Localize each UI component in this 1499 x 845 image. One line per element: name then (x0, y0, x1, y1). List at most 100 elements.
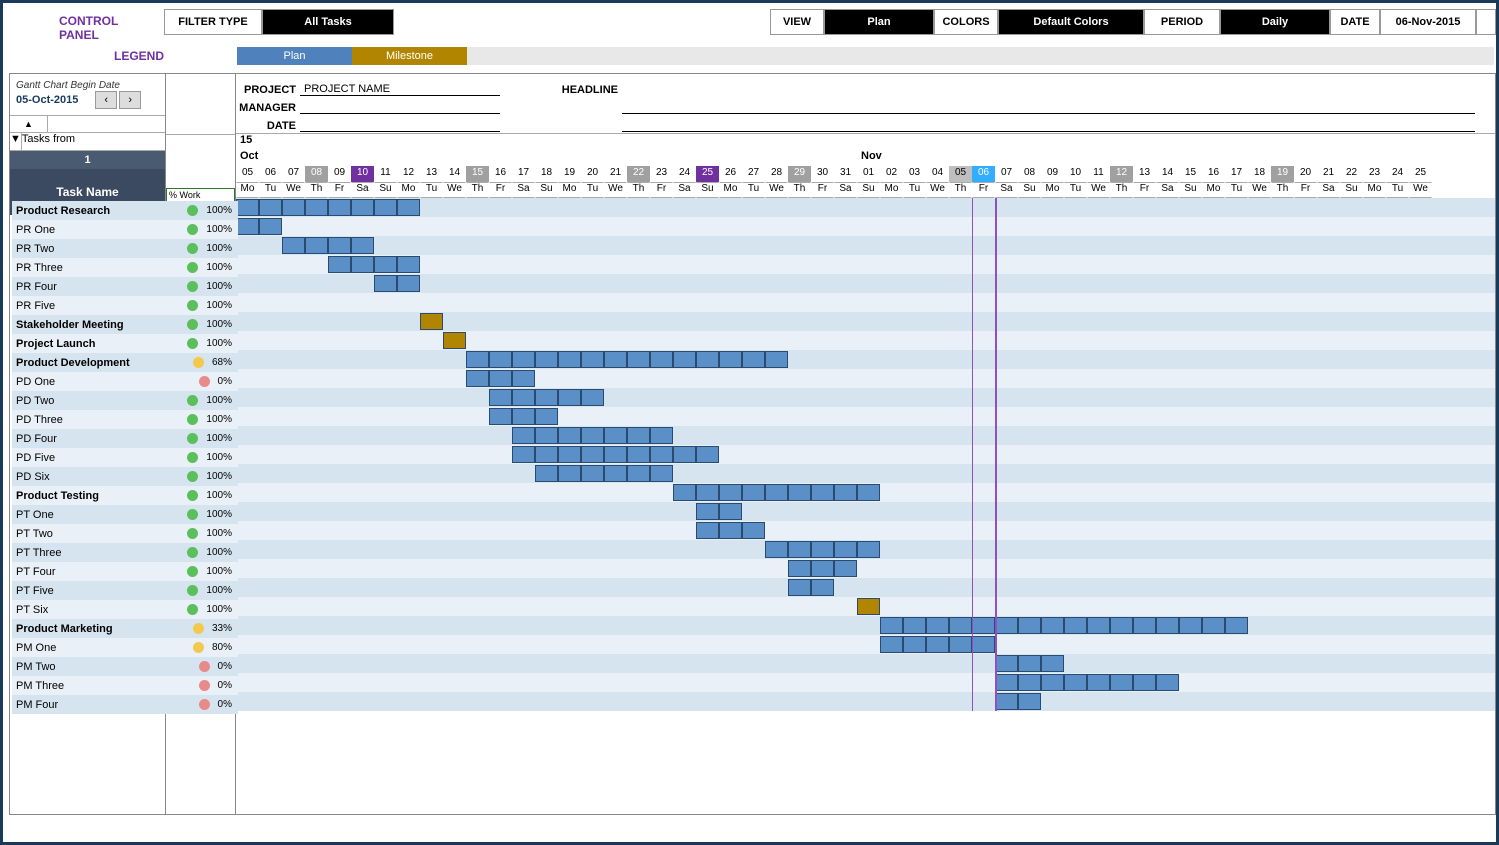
date-label: DATE (1330, 9, 1380, 35)
manager-label: MANAGER (236, 102, 300, 114)
gantt-bar[interactable] (236, 218, 282, 235)
day-cell: 05 (949, 166, 972, 182)
prev-date-button[interactable]: ‹ (95, 91, 117, 109)
task-row[interactable]: PD One 0% (12, 372, 238, 391)
task-row[interactable]: PD Two 100% (12, 391, 238, 410)
day-cell: 17 (512, 166, 535, 182)
task-row[interactable]: Product Marketing 33% (12, 619, 238, 638)
gantt-bar[interactable] (512, 427, 673, 444)
gantt-bar[interactable] (765, 541, 880, 558)
period-value[interactable]: Daily (1220, 9, 1330, 35)
collapse-up-icon[interactable]: ▲ (10, 116, 48, 132)
view-value[interactable]: Plan (824, 9, 934, 35)
gantt-bar[interactable] (857, 598, 880, 615)
task-row[interactable]: PR Two 100% (12, 239, 238, 258)
gantt-bar[interactable] (489, 389, 604, 406)
task-row[interactable]: PR Five 100% (12, 296, 238, 315)
day-cell: 04 (926, 166, 949, 182)
task-row[interactable]: PD Three 100% (12, 410, 238, 429)
task-row[interactable]: Product Research 100% (12, 201, 238, 220)
task-row[interactable]: Product Testing 100% (12, 486, 238, 505)
task-name: PM Three (12, 676, 168, 695)
task-pct: 100% (168, 315, 238, 334)
task-row[interactable]: PR Three 100% (12, 258, 238, 277)
date-value[interactable]: 06-Nov-2015 (1380, 9, 1476, 35)
task-pct: 0% (168, 372, 238, 391)
gantt-bar[interactable] (282, 237, 374, 254)
task-row[interactable]: PD Six 100% (12, 467, 238, 486)
gantt-row (236, 350, 1495, 369)
task-pct: 0% (168, 657, 238, 676)
gantt-bar[interactable] (374, 275, 420, 292)
project-value[interactable]: PROJECT NAME (300, 83, 500, 96)
next-date-button[interactable]: › (119, 91, 141, 109)
task-pct: 100% (168, 581, 238, 600)
gantt-row (236, 578, 1495, 597)
meta-date-label: DATE (236, 120, 300, 132)
gantt-bar[interactable] (466, 351, 788, 368)
gantt-bar[interactable] (788, 579, 834, 596)
gantt-bar[interactable] (995, 693, 1041, 710)
task-row[interactable]: PT Four 100% (12, 562, 238, 581)
gantt-bar[interactable] (696, 503, 742, 520)
dow-cell: Tu (903, 182, 926, 198)
task-name: PR Three (12, 258, 168, 277)
task-row[interactable]: PM One 80% (12, 638, 238, 657)
gantt-bar[interactable] (420, 313, 443, 330)
task-row[interactable]: PD Five 100% (12, 448, 238, 467)
task-row[interactable]: PT One 100% (12, 505, 238, 524)
task-row[interactable]: Project Launch 100% (12, 334, 238, 353)
gantt-bar[interactable] (673, 484, 880, 501)
day-cell: 07 (282, 166, 305, 182)
gantt-bar[interactable] (535, 465, 673, 482)
task-row[interactable]: PT Six 100% (12, 600, 238, 619)
task-row[interactable]: PR Four 100% (12, 277, 238, 296)
task-row[interactable]: PM Three 0% (12, 676, 238, 695)
gantt-bar[interactable] (489, 408, 558, 425)
gantt-bar[interactable] (466, 370, 535, 387)
day-cell: 13 (420, 166, 443, 182)
task-row[interactable]: PT Five 100% (12, 581, 238, 600)
task-pct: 100% (168, 505, 238, 524)
gantt-bar[interactable] (443, 332, 466, 349)
gantt-bar[interactable] (696, 522, 765, 539)
task-row[interactable]: PD Four 100% (12, 429, 238, 448)
gantt-bar[interactable] (995, 655, 1064, 672)
task-row[interactable]: PM Two 0% (12, 657, 238, 676)
filter-type-value[interactable]: All Tasks (262, 9, 394, 35)
gantt-bar[interactable] (512, 446, 719, 463)
gantt-row (236, 483, 1495, 502)
task-name: Product Testing (12, 486, 168, 505)
gantt-bar[interactable] (880, 636, 995, 653)
task-name: Product Development (12, 353, 168, 372)
task-row[interactable]: PT Two 100% (12, 524, 238, 543)
control-panel-label: CONTROL PANEL (9, 9, 164, 35)
task-row[interactable]: PM Four 0% (12, 695, 238, 714)
day-cell: 22 (1340, 166, 1363, 182)
dow-cell: Sa (1156, 182, 1179, 198)
task-name: PM Two (12, 657, 168, 676)
status-dot-icon (187, 262, 198, 273)
gantt-bar[interactable] (788, 560, 857, 577)
headline-value-2[interactable] (622, 131, 1475, 132)
tasks-from-label: Tasks from (22, 133, 75, 150)
gantt-bar[interactable] (236, 199, 420, 216)
task-row[interactable]: Product Development 68% (12, 353, 238, 372)
task-row[interactable]: PT Three 100% (12, 543, 238, 562)
collapse-down-icon[interactable]: ▼ (10, 133, 22, 150)
control-panel: CONTROL PANEL FILTER TYPE All Tasks VIEW… (9, 9, 1496, 35)
gantt-bar[interactable] (995, 674, 1179, 691)
task-row[interactable]: PR One 100% (12, 220, 238, 239)
dow-cell: Mo (558, 182, 581, 198)
legend-row: LEGEND Plan Milestone (9, 47, 1496, 65)
task-row[interactable]: Stakeholder Meeting 100% (12, 315, 238, 334)
meta-date-value[interactable] (300, 131, 500, 132)
colors-value[interactable]: Default Colors (998, 9, 1144, 35)
gantt-bar[interactable] (880, 617, 1248, 634)
dow-cell: Sa (995, 182, 1018, 198)
gantt-bar[interactable] (328, 256, 420, 273)
day-cell: 23 (1363, 166, 1386, 182)
view-label: VIEW (770, 9, 824, 35)
task-pct: 0% (168, 676, 238, 695)
day-cell: 22 (627, 166, 650, 182)
